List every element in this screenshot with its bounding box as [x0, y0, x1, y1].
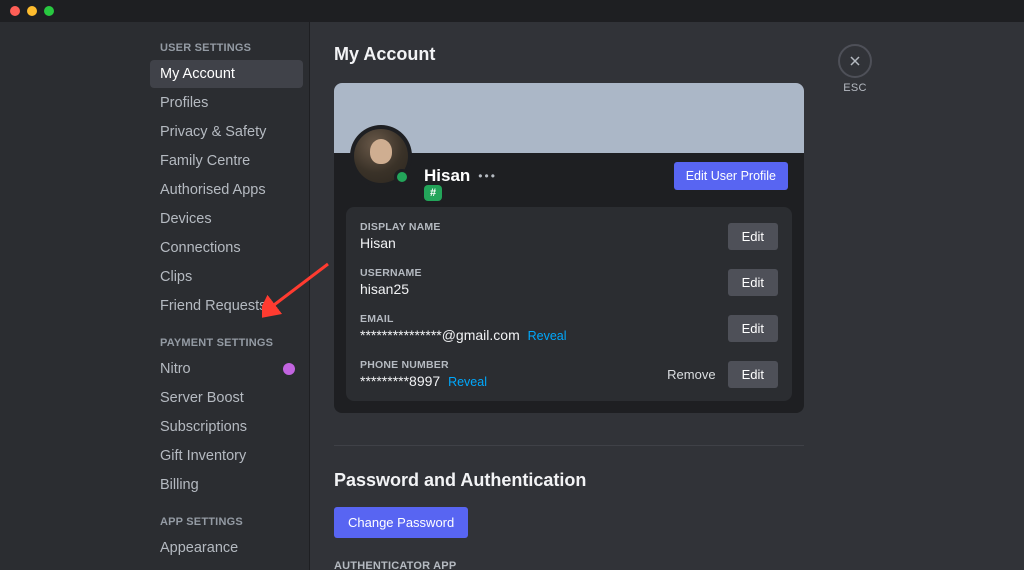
field-label: EMAIL: [360, 313, 567, 325]
sidebar-item-appearance[interactable]: Appearance: [150, 534, 303, 562]
field-label: PHONE NUMBER: [360, 359, 487, 371]
reveal-email-link[interactable]: Reveal: [528, 329, 567, 343]
field-value: ***************@gmail.com Reveal: [360, 327, 567, 343]
sidebar-item-privacy-safety[interactable]: Privacy & Safety: [150, 118, 303, 146]
settings-sidebar: USER SETTINGS My Account Profiles Privac…: [150, 22, 310, 570]
edit-display-name-button[interactable]: Edit: [728, 223, 778, 250]
window-maximize-dot[interactable]: [44, 6, 54, 16]
field-label: DISPLAY NAME: [360, 221, 441, 233]
sidebar-item-devices[interactable]: Devices: [150, 205, 303, 233]
more-options-icon[interactable]: •••: [478, 169, 497, 183]
sidebar-item-nitro[interactable]: Nitro: [150, 355, 303, 383]
avatar-wrap: [350, 125, 412, 187]
hash-badge-icon: #: [424, 185, 442, 201]
profile-display-name: Hisan: [424, 166, 470, 186]
field-label: USERNAME: [360, 267, 422, 279]
profile-card: Hisan ••• # Edit User Profile DISPLAY NA…: [334, 83, 804, 413]
sidebar-item-server-boost[interactable]: Server Boost: [150, 384, 303, 412]
field-email: EMAIL ***************@gmail.com Reveal E…: [360, 313, 778, 343]
sidebar-section-payment-settings: PAYMENT SETTINGS: [150, 331, 303, 355]
right-padding: [904, 22, 1024, 570]
field-value: Hisan: [360, 235, 441, 251]
password-auth-title: Password and Authentication: [334, 470, 886, 491]
sidebar-item-billing[interactable]: Billing: [150, 471, 303, 499]
sidebar-item-family-centre[interactable]: Family Centre: [150, 147, 303, 175]
sidebar-item-my-account[interactable]: My Account: [150, 60, 303, 88]
remove-phone-button[interactable]: Remove: [667, 367, 715, 382]
field-display-name: DISPLAY NAME Hisan Edit: [360, 221, 778, 251]
window-close-dot[interactable]: [10, 6, 20, 16]
sidebar-item-subscriptions[interactable]: Subscriptions: [150, 413, 303, 441]
edit-phone-button[interactable]: Edit: [728, 361, 778, 388]
reveal-phone-link[interactable]: Reveal: [448, 375, 487, 389]
sidebar-item-clips[interactable]: Clips: [150, 263, 303, 291]
window-minimize-dot[interactable]: [27, 6, 37, 16]
window-titlebar: [0, 0, 1024, 22]
close-area: ESC: [838, 44, 872, 94]
change-password-button[interactable]: Change Password: [334, 507, 468, 538]
field-username: USERNAME hisan25 Edit: [360, 267, 778, 297]
sidebar-item-label: Nitro: [160, 361, 191, 377]
profile-header: Hisan ••• # Edit User Profile: [334, 153, 804, 207]
field-phone: PHONE NUMBER *********8997 Reveal Remove…: [360, 359, 778, 389]
page-title: My Account: [334, 44, 886, 65]
sidebar-item-connections[interactable]: Connections: [150, 234, 303, 262]
sidebar-item-profiles[interactable]: Profiles: [150, 89, 303, 117]
left-gutter: [0, 22, 150, 570]
account-fields: DISPLAY NAME Hisan Edit USERNAME hisan25…: [346, 207, 792, 401]
nitro-badge-icon: [283, 363, 295, 375]
field-value: hisan25: [360, 281, 422, 297]
section-divider: [334, 445, 804, 446]
sidebar-item-accessibility[interactable]: Accessibility: [150, 563, 303, 570]
settings-content: ESC My Account Hisan ••• # Edit User Pro…: [310, 22, 904, 570]
edit-email-button[interactable]: Edit: [728, 315, 778, 342]
sidebar-section-user-settings: USER SETTINGS: [150, 36, 303, 60]
sidebar-item-authorised-apps[interactable]: Authorised Apps: [150, 176, 303, 204]
authenticator-app-header: AUTHENTICATOR APP: [334, 560, 886, 570]
close-button[interactable]: [838, 44, 872, 78]
close-label: ESC: [838, 82, 872, 94]
sidebar-item-friend-requests[interactable]: Friend Requests: [150, 292, 303, 320]
status-online-icon: [394, 169, 410, 185]
field-value: *********8997 Reveal: [360, 373, 487, 389]
edit-username-button[interactable]: Edit: [728, 269, 778, 296]
sidebar-section-app-settings: APP SETTINGS: [150, 510, 303, 534]
sidebar-item-gift-inventory[interactable]: Gift Inventory: [150, 442, 303, 470]
close-icon: [847, 53, 863, 69]
edit-user-profile-button[interactable]: Edit User Profile: [674, 162, 788, 190]
